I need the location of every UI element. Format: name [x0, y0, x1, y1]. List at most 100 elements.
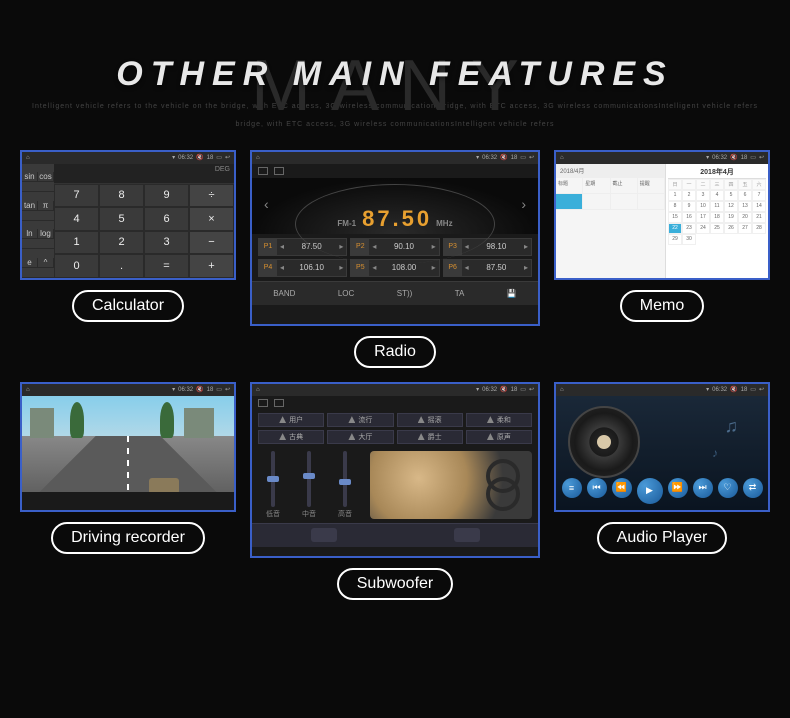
- calendar-day[interactable]: 6: [738, 190, 752, 201]
- calendar-day[interactable]: 7: [752, 190, 766, 201]
- calendar-day[interactable]: 14: [752, 201, 766, 212]
- calc-key[interactable]: 6: [144, 207, 189, 231]
- calendar-day[interactable]: 30: [682, 234, 696, 245]
- calc-key[interactable]: =: [144, 254, 189, 278]
- window-icon[interactable]: [274, 167, 284, 175]
- calc-key[interactable]: .: [99, 254, 144, 278]
- home-icon[interactable]: ⌂: [26, 387, 30, 393]
- next-icon[interactable]: ⏭: [693, 478, 713, 498]
- calc-key[interactable]: ×: [189, 207, 234, 231]
- eq-preset-tab[interactable]: 柔和: [466, 413, 532, 427]
- window-icon[interactable]: [258, 167, 268, 175]
- calendar-day[interactable]: 5: [724, 190, 738, 201]
- back-icon[interactable]: ↩: [759, 386, 764, 393]
- eq-slider[interactable]: 低音: [266, 451, 280, 519]
- radio-fn-button[interactable]: TA: [455, 289, 465, 298]
- calendar-day[interactable]: 22: [668, 223, 682, 234]
- radio-fn-button[interactable]: LOC: [338, 289, 354, 298]
- eq-preset-tab[interactable]: 流行: [327, 413, 393, 427]
- radio-fn-button[interactable]: 💾: [507, 289, 517, 298]
- calendar-day[interactable]: 24: [696, 223, 710, 234]
- eq-slider[interactable]: 高音: [338, 451, 352, 519]
- calc-key[interactable]: 5: [99, 207, 144, 231]
- calc-key[interactable]: 3: [144, 231, 189, 255]
- calendar-day[interactable]: 15: [668, 212, 682, 223]
- calendar-day[interactable]: 23: [682, 223, 696, 234]
- eq-preset-tab[interactable]: 大厅: [327, 430, 393, 444]
- calc-key[interactable]: −: [189, 231, 234, 255]
- calendar-day[interactable]: 20: [738, 212, 752, 223]
- forward-icon[interactable]: ⏩: [668, 478, 688, 498]
- calc-key[interactable]: 8: [99, 184, 144, 208]
- dvr-video[interactable]: [22, 396, 234, 510]
- calendar-day[interactable]: 28: [752, 223, 766, 234]
- calc-key[interactable]: +: [189, 254, 234, 278]
- calendar-day[interactable]: 3: [696, 190, 710, 201]
- fav-icon[interactable]: ♡: [718, 478, 738, 498]
- back-icon[interactable]: ↩: [759, 154, 764, 161]
- back-icon[interactable]: ↩: [529, 386, 534, 393]
- rewind-icon[interactable]: ⏪: [612, 478, 632, 498]
- calendar-day[interactable]: 11: [710, 201, 724, 212]
- shuffle-icon[interactable]: ⇄: [743, 478, 763, 498]
- calc-key[interactable]: 7: [54, 184, 99, 208]
- radio-fn-button[interactable]: ST)): [397, 289, 413, 298]
- calc-key[interactable]: 9: [144, 184, 189, 208]
- calendar-day[interactable]: 29: [668, 234, 682, 245]
- calc-fn-key[interactable]: log: [38, 229, 54, 239]
- calc-key[interactable]: 0: [54, 254, 99, 278]
- preset-button[interactable]: P4◂106.10▸: [258, 259, 347, 277]
- calc-fn-key[interactable]: sin: [22, 172, 38, 182]
- calendar-day[interactable]: 13: [738, 201, 752, 212]
- home-icon[interactable]: ⌂: [560, 155, 564, 161]
- back-icon[interactable]: ↩: [529, 154, 534, 161]
- calc-fn-key[interactable]: ln: [22, 229, 38, 239]
- calendar-day[interactable]: 27: [738, 223, 752, 234]
- back-icon[interactable]: ↩: [225, 386, 230, 393]
- calc-fn-key[interactable]: π: [38, 201, 54, 211]
- eq-preset-tab[interactable]: 原声: [466, 430, 532, 444]
- calendar-day[interactable]: 12: [724, 201, 738, 212]
- calendar-day[interactable]: 9: [682, 201, 696, 212]
- calendar-day[interactable]: 19: [724, 212, 738, 223]
- eq-preset-tab[interactable]: 爵士: [397, 430, 463, 444]
- calendar-day[interactable]: 4: [710, 190, 724, 201]
- calc-key[interactable]: 2: [99, 231, 144, 255]
- calc-fn-key[interactable]: tan: [22, 201, 38, 211]
- eq-button[interactable]: [311, 528, 337, 542]
- calc-key[interactable]: 4: [54, 207, 99, 231]
- eq-preset-tab[interactable]: 摇滚: [397, 413, 463, 427]
- eq-button[interactable]: [454, 528, 480, 542]
- back-icon[interactable]: ↩: [225, 154, 230, 161]
- calendar-day[interactable]: 18: [710, 212, 724, 223]
- home-icon[interactable]: ⌂: [256, 387, 260, 393]
- calc-fn-key[interactable]: ^: [38, 258, 54, 268]
- eq-preset-tab[interactable]: 古典: [258, 430, 324, 444]
- calendar-day[interactable]: 25: [710, 223, 724, 234]
- calendar-day[interactable]: 17: [696, 212, 710, 223]
- window-icon[interactable]: [274, 399, 284, 407]
- calendar-day[interactable]: 16: [682, 212, 696, 223]
- eq-slider[interactable]: 中音: [302, 451, 316, 519]
- calendar-day[interactable]: 10: [696, 201, 710, 212]
- calc-key[interactable]: ÷: [189, 184, 234, 208]
- calc-fn-key[interactable]: cos: [38, 172, 54, 182]
- calc-fn-key[interactable]: e: [22, 258, 38, 268]
- calendar-day[interactable]: 26: [724, 223, 738, 234]
- home-icon[interactable]: ⌂: [560, 387, 564, 393]
- calendar-day[interactable]: 21: [752, 212, 766, 223]
- calendar-day[interactable]: 1: [668, 190, 682, 201]
- radio-dial[interactable]: ‹› FM-187.50MHz: [252, 178, 538, 234]
- preset-button[interactable]: P6◂87.50▸: [443, 259, 532, 277]
- calendar-day[interactable]: 2: [682, 190, 696, 201]
- calendar-day[interactable]: 8: [668, 201, 682, 212]
- play-icon[interactable]: ▶: [637, 478, 663, 504]
- calc-key[interactable]: 1: [54, 231, 99, 255]
- prev-icon[interactable]: ⏮: [587, 478, 607, 498]
- memo-row[interactable]: [556, 194, 665, 210]
- home-icon[interactable]: ⌂: [26, 155, 30, 161]
- home-icon[interactable]: ⌂: [256, 155, 260, 161]
- window-icon[interactable]: [258, 399, 268, 407]
- radio-fn-button[interactable]: BAND: [273, 289, 295, 298]
- eq-preset-tab[interactable]: 用户: [258, 413, 324, 427]
